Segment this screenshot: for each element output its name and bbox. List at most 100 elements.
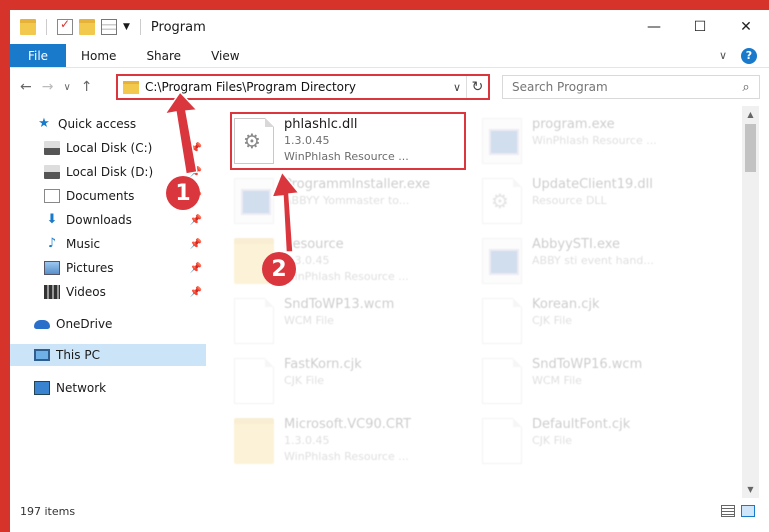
file-item-microsoft-vc90-crt[interactable]: Microsoft.VC90.CRT 1.3.0.45 WinPhlash Re… xyxy=(224,414,464,472)
sidebar-item-quick-access[interactable]: ★ Quick access xyxy=(10,113,206,135)
file-details: Resource 1.3.0.45 WinPhlash Resource ... xyxy=(284,234,460,285)
sidebar-item-network[interactable]: Network xyxy=(10,377,206,399)
music-icon: ♪ xyxy=(47,236,57,251)
download-icon: ⬇ xyxy=(46,212,58,227)
file-item-resource[interactable]: Resource 1.3.0.45 WinPhlash Resource ... xyxy=(224,234,464,292)
pin-icon[interactable]: 📌 xyxy=(190,167,202,178)
file-item-programminstaller-exe[interactable]: ProgrammInstaller.exe ABBYY Yommaster to… xyxy=(224,174,464,232)
tab-view[interactable]: View xyxy=(196,44,254,67)
customize-dropdown-icon[interactable]: ▼ xyxy=(123,22,130,32)
step-1-badge: 1 xyxy=(166,176,200,210)
properties-check-icon[interactable] xyxy=(57,17,73,35)
maximize-button[interactable]: ☐ xyxy=(677,10,723,44)
file-details: program.exe WinPhlash Resource ... xyxy=(532,114,708,149)
file-name: Resource xyxy=(284,237,344,252)
file-item-fastkorn-cjk[interactable]: FastKorn.cjk CJK File xyxy=(224,354,464,412)
file-item-sndtowp13-wcm[interactable]: SndToWP13.wcm WCM File xyxy=(224,294,464,352)
large-icons-view-icon[interactable] xyxy=(741,505,755,517)
sidebar-item-label: This PC xyxy=(56,348,100,362)
pin-icon[interactable]: 📌 xyxy=(190,215,202,226)
file-description: Resource DLL xyxy=(532,194,607,207)
address-path[interactable]: C:\Program Files\Program Directory xyxy=(145,80,448,94)
new-folder-icon[interactable] xyxy=(79,19,95,35)
refresh-button[interactable]: ↻ xyxy=(466,76,488,98)
tab-home[interactable]: Home xyxy=(66,44,131,67)
minimize-button[interactable]: — xyxy=(631,10,677,44)
status-bar: 197 items xyxy=(10,500,769,522)
file-item-defaultfont-cjk[interactable]: DefaultFont.cjk CJK File xyxy=(472,414,712,472)
file-name: DefaultFont.cjk xyxy=(532,417,631,432)
exe-file-icon xyxy=(234,178,274,224)
sidebar-item-label: Network xyxy=(56,381,107,395)
search-box[interactable]: ⌕ xyxy=(502,75,760,99)
help-icon[interactable]: ? xyxy=(741,47,757,64)
recent-locations-button[interactable]: ∨ xyxy=(63,82,70,93)
sidebar-item-music[interactable]: ♪ Music 📌 xyxy=(10,233,206,255)
file-item-sndtowp16-wcm[interactable]: SndToWP16.wcm WCM File xyxy=(472,354,712,412)
tab-share[interactable]: Share xyxy=(131,44,196,67)
file-description: WCM File xyxy=(284,314,334,327)
scroll-up-icon[interactable]: ▲ xyxy=(742,106,759,123)
file-version: 1.3.0.45 xyxy=(284,254,330,267)
videos-icon xyxy=(44,285,60,299)
sidebar-item-label: Music xyxy=(66,237,101,251)
file-description: WinPhlash Resource ... xyxy=(532,134,657,147)
star-icon: ★ xyxy=(38,116,50,131)
file-tab[interactable]: File xyxy=(10,44,66,67)
vertical-scrollbar[interactable]: ▲ ▼ xyxy=(742,106,759,498)
sidebar-item-videos[interactable]: Videos 📌 xyxy=(10,281,206,303)
close-button[interactable]: ✕ xyxy=(723,10,769,44)
sidebar-item-label: Local Disk (D:) xyxy=(66,165,154,179)
file-name: SndToWP16.wcm xyxy=(532,357,643,372)
address-bar[interactable]: C:\Program Files\Program Directory ∨ ↻ xyxy=(116,74,490,100)
file-highlight-box xyxy=(230,112,466,170)
computer-icon xyxy=(34,349,50,361)
address-dropdown-icon[interactable]: ∨ xyxy=(448,81,466,94)
expand-ribbon-icon[interactable]: ∨ xyxy=(719,49,727,62)
dll-file-icon xyxy=(482,178,522,224)
back-button[interactable]: ← xyxy=(20,79,32,95)
up-button[interactable]: ↑ xyxy=(81,79,93,95)
file-item-abbyysti-exe[interactable]: AbbyySTI.exe ABBY sti event hand... xyxy=(472,234,712,292)
file-details: ProgrammInstaller.exe ABBYY Yommaster to… xyxy=(284,174,460,209)
file-details: Microsoft.VC90.CRT 1.3.0.45 WinPhlash Re… xyxy=(284,414,460,465)
scroll-down-icon[interactable]: ▼ xyxy=(742,481,759,498)
blank-file-icon xyxy=(482,358,522,404)
details-view-icon[interactable] xyxy=(721,505,735,517)
file-name: UpdateClient19.dll xyxy=(532,177,653,192)
search-input[interactable] xyxy=(512,80,733,94)
pin-icon[interactable]: 📌 xyxy=(190,287,202,298)
file-item-program-exe[interactable]: program.exe WinPhlash Resource ... xyxy=(472,114,712,172)
file-item-korean-cjk[interactable]: Korean.cjk CJK File xyxy=(472,294,712,352)
sidebar-item-downloads[interactable]: ⬇ Downloads 📌 xyxy=(10,209,206,231)
customize-properties-icon[interactable] xyxy=(101,19,117,35)
drive-icon xyxy=(44,165,60,179)
sidebar-item-onedrive[interactable]: OneDrive xyxy=(10,313,206,335)
exe-file-icon xyxy=(482,238,522,284)
file-item-updateclient19-dll[interactable]: UpdateClient19.dll Resource DLL xyxy=(472,174,712,232)
file-details: SndToWP13.wcm WCM File xyxy=(284,294,460,329)
file-details: SndToWP16.wcm WCM File xyxy=(532,354,708,389)
pin-icon[interactable]: 📌 xyxy=(190,143,202,154)
blank-file-icon xyxy=(482,298,522,344)
search-icon[interactable]: ⌕ xyxy=(733,80,759,95)
forward-button[interactable]: → xyxy=(42,79,54,95)
folder-icon xyxy=(234,418,274,464)
scroll-thumb[interactable] xyxy=(745,124,756,172)
desktop-background xyxy=(0,0,769,10)
sidebar-item-this-pc[interactable]: This PC xyxy=(10,344,206,366)
window-controls: — ☐ ✕ xyxy=(631,10,769,44)
blank-file-icon xyxy=(234,358,274,404)
cloud-icon xyxy=(34,319,50,329)
ribbon-right: ∨ ? xyxy=(719,44,769,67)
sidebar-item-label: Videos xyxy=(66,285,106,299)
sidebar-item-local-disk-c[interactable]: Local Disk (C:) 📌 xyxy=(10,137,206,159)
file-name: FastKorn.cjk xyxy=(284,357,362,372)
file-details: DefaultFont.cjk CJK File xyxy=(532,414,708,449)
pin-icon[interactable]: 📌 xyxy=(190,239,202,250)
quick-access-toolbar: ▼ xyxy=(10,17,145,35)
sidebar-item-label: Downloads xyxy=(66,213,132,227)
sidebar-item-pictures[interactable]: Pictures 📌 xyxy=(10,257,206,279)
pin-icon[interactable]: 📌 xyxy=(190,263,202,274)
blank-file-icon xyxy=(482,418,522,464)
